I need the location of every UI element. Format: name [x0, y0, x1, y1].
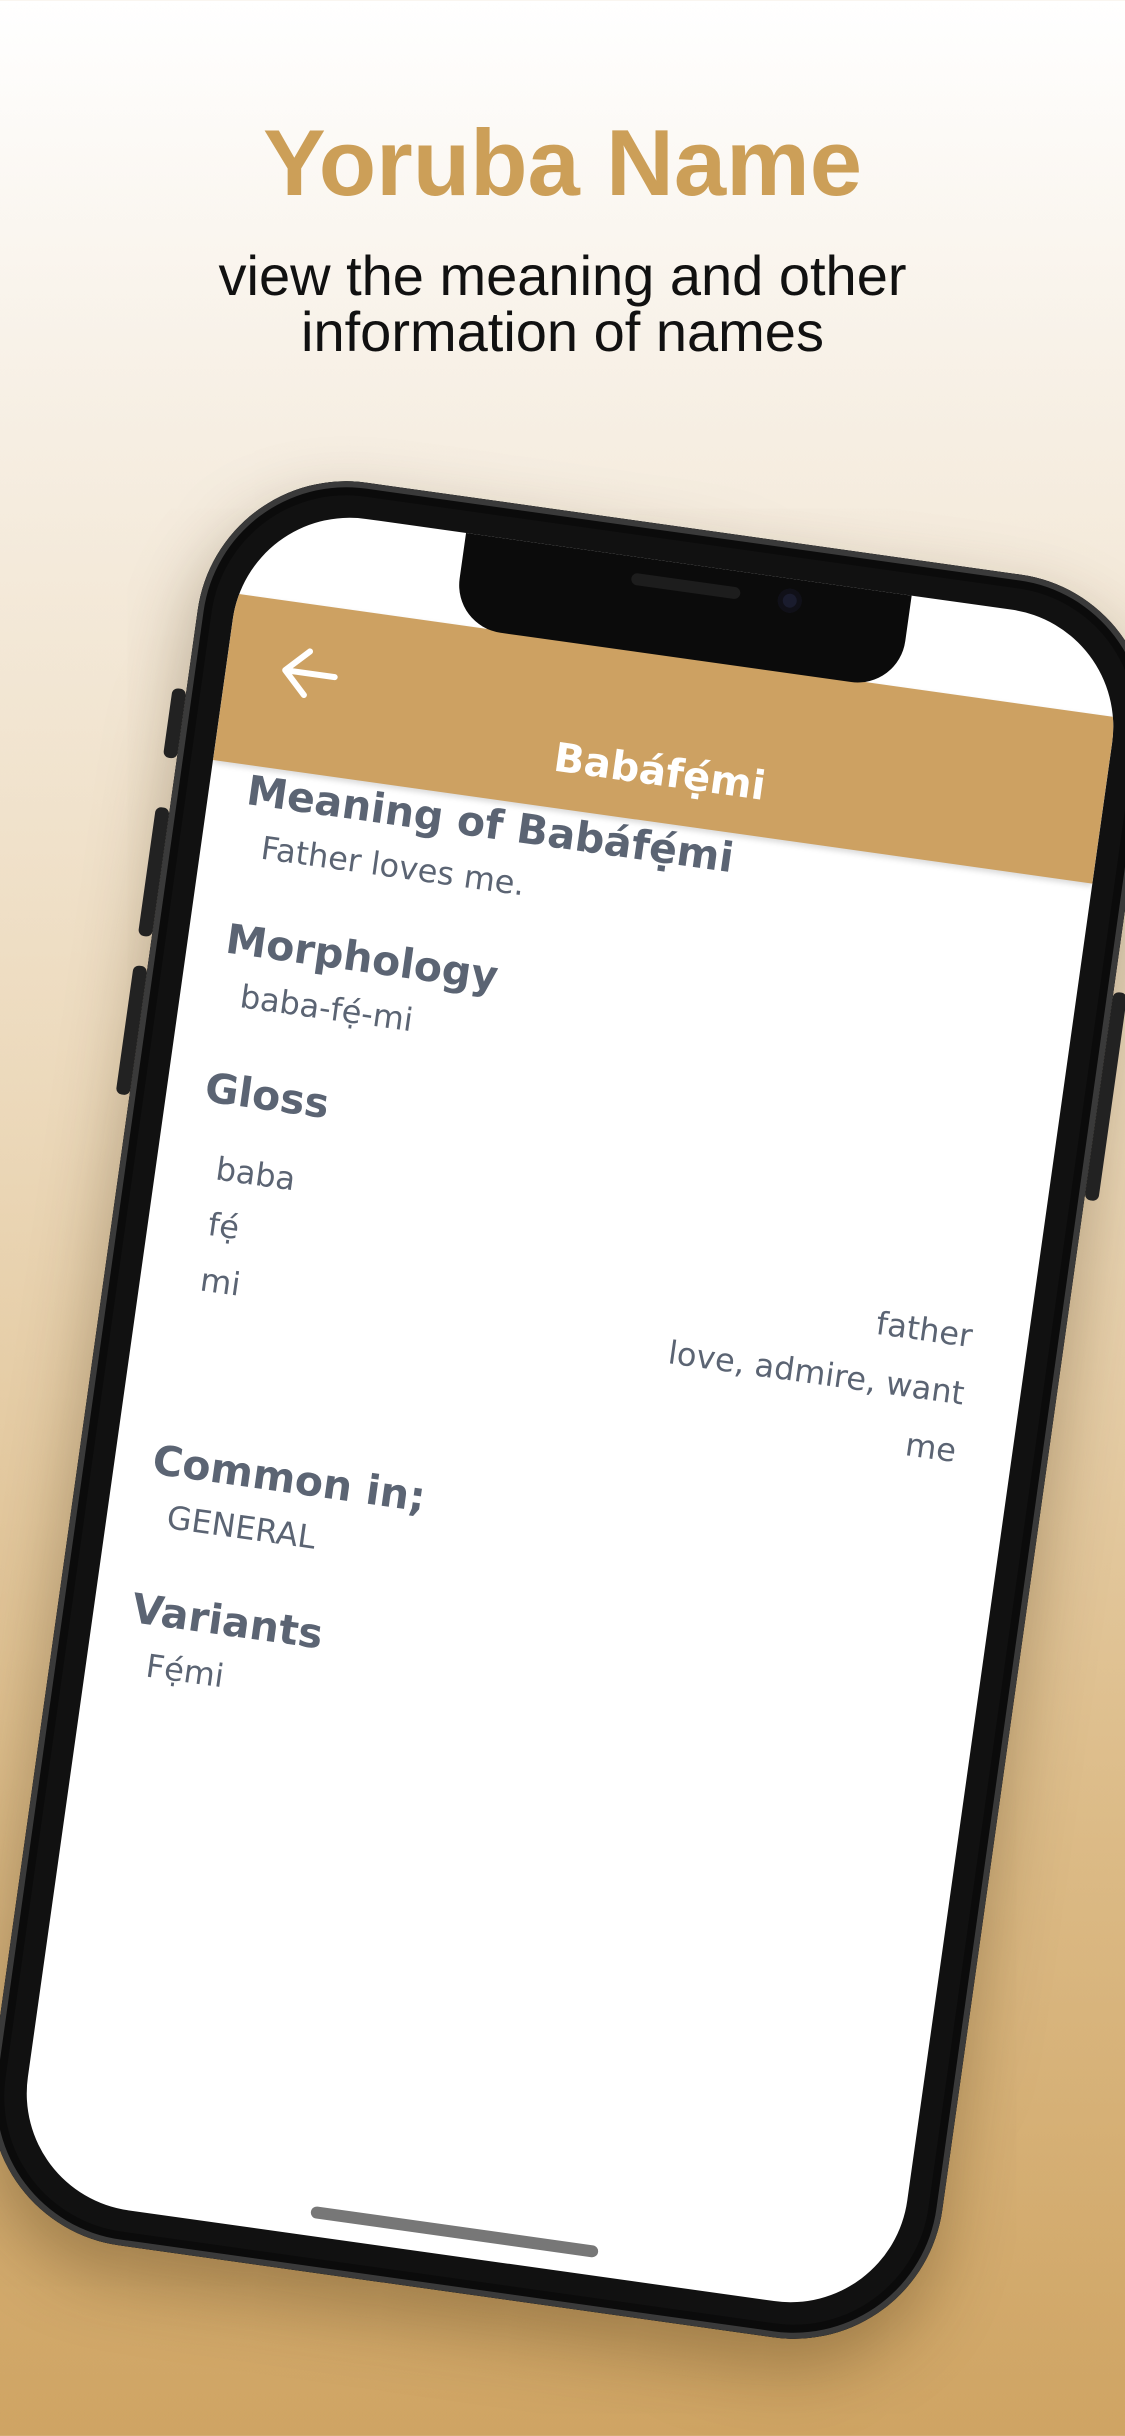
gloss-meanings: father love, admire, want me	[656, 1266, 976, 1480]
name-details: Meaning of Babáfẹ́mi Father loves me. Mo…	[115, 765, 1055, 1845]
front-camera	[776, 587, 804, 615]
phone-mockup: Babáfẹ́mi Meaning of Babáfẹ́mi Father lo…	[0, 461, 1125, 2359]
speaker-grille	[630, 572, 742, 600]
gloss-section: Gloss baba fẹ́ mi father love, admire, w…	[163, 1062, 1012, 1498]
promo-subtitle: view the meaning and other information o…	[218, 244, 907, 363]
promo-title: Yoruba Name	[263, 110, 862, 215]
gloss-words: baba fẹ́ mi	[197, 1141, 299, 1318]
gloss-word: mi	[197, 1260, 243, 1304]
